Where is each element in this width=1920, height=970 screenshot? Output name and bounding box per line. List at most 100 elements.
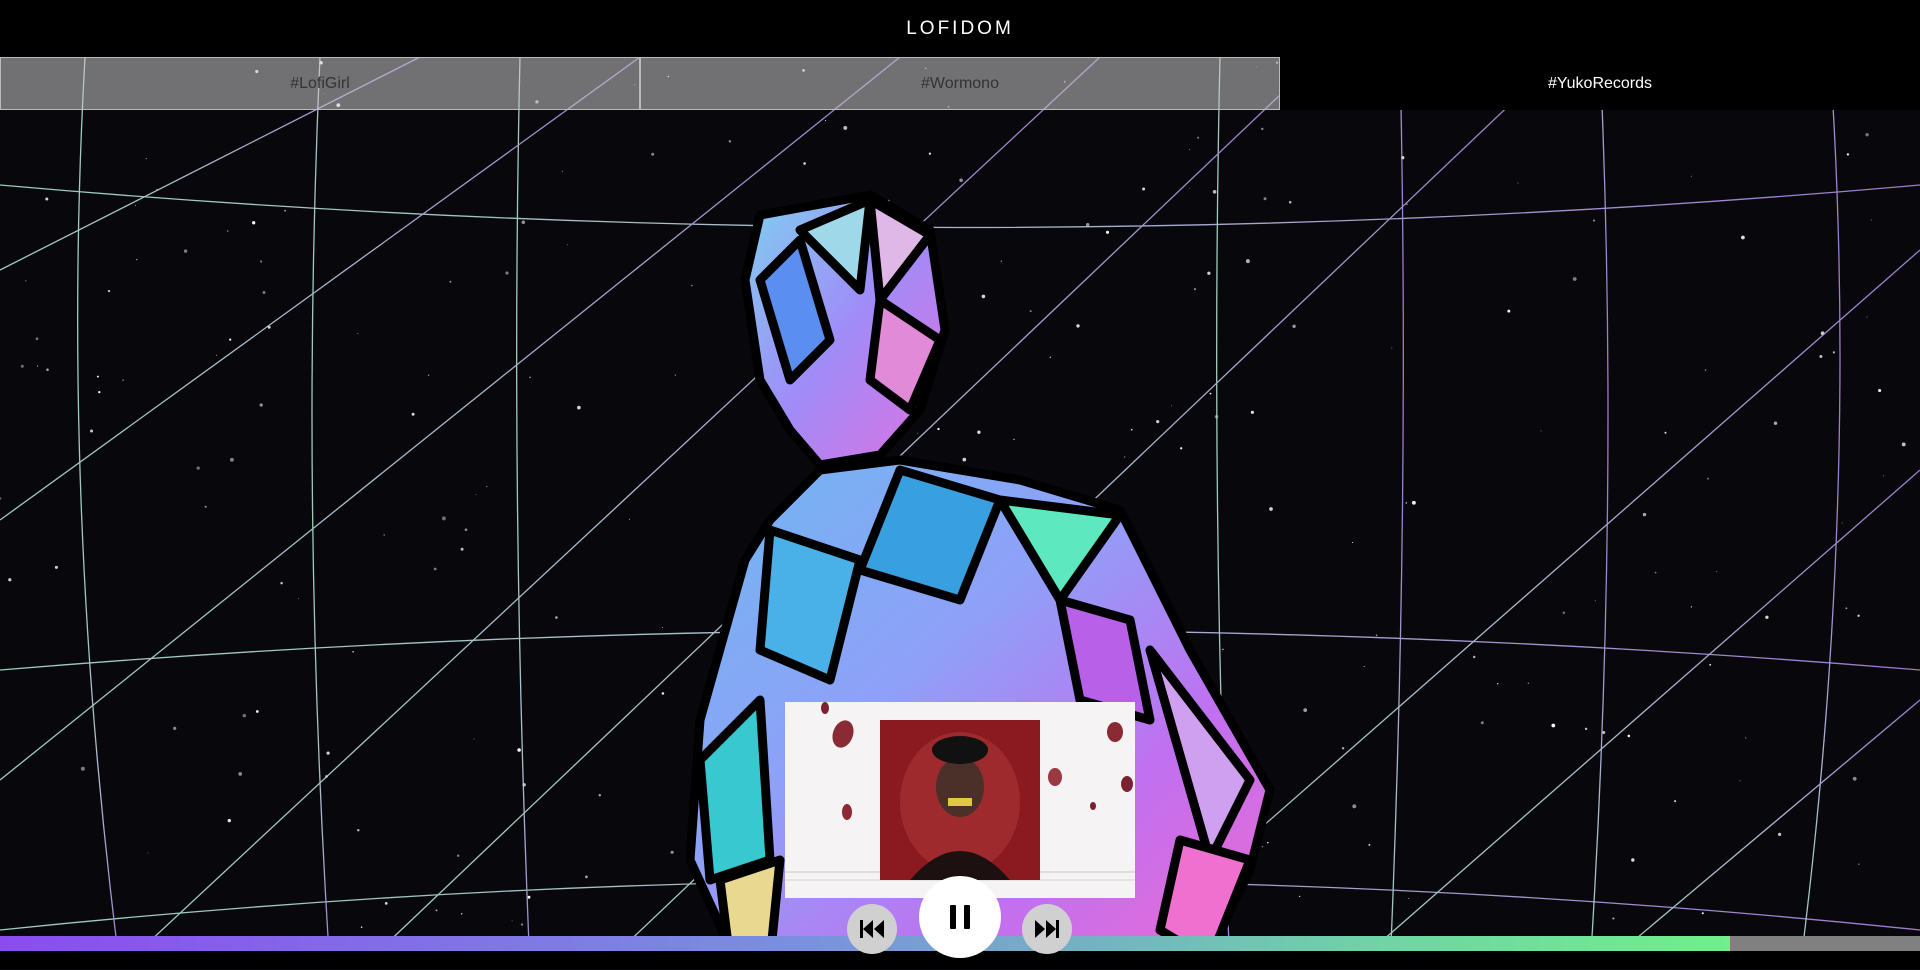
star — [297, 597, 299, 599]
next-track-button[interactable] — [1022, 904, 1072, 954]
star — [1527, 682, 1529, 684]
star — [1180, 447, 1183, 450]
star — [1901, 442, 1906, 447]
star — [1375, 634, 1378, 637]
tab-lofigirl[interactable]: #LofiGirl — [0, 57, 640, 110]
star — [284, 209, 286, 212]
star — [196, 466, 200, 470]
star — [1341, 747, 1345, 750]
star — [661, 692, 665, 695]
star — [441, 516, 446, 521]
star — [1709, 663, 1712, 666]
star — [1690, 606, 1693, 608]
star — [1156, 419, 1160, 424]
star — [1209, 392, 1212, 395]
star — [357, 333, 359, 335]
star — [238, 772, 243, 776]
star — [1841, 522, 1843, 524]
star — [1188, 187, 1190, 189]
star — [803, 162, 806, 165]
star — [1845, 607, 1848, 610]
star — [1269, 507, 1273, 511]
star — [136, 258, 138, 261]
star — [1170, 405, 1173, 407]
star — [1261, 127, 1264, 131]
app-title: LOFIDOM — [906, 17, 1014, 39]
star — [1627, 734, 1631, 738]
star — [1207, 271, 1211, 275]
star — [1406, 203, 1408, 205]
star — [1292, 324, 1296, 328]
star — [433, 567, 437, 571]
star — [80, 766, 85, 771]
star — [1778, 832, 1782, 837]
star — [326, 751, 330, 755]
star — [173, 726, 177, 730]
star — [1765, 615, 1769, 619]
skip-back-icon — [860, 920, 884, 938]
star — [280, 581, 283, 585]
previous-track-button[interactable] — [847, 904, 897, 954]
star — [226, 230, 229, 232]
star — [505, 271, 509, 275]
star — [1288, 200, 1292, 204]
star — [1819, 354, 1823, 359]
star — [25, 280, 27, 282]
star — [1517, 182, 1519, 184]
star — [1507, 309, 1511, 313]
star — [1405, 502, 1408, 504]
star — [674, 374, 676, 376]
star — [1870, 219, 1872, 221]
pause-icon — [950, 905, 970, 929]
star — [449, 280, 452, 283]
star — [1846, 153, 1850, 156]
star — [577, 405, 581, 410]
star — [46, 368, 49, 372]
star — [1716, 571, 1718, 573]
star — [35, 337, 39, 341]
star — [1852, 776, 1857, 781]
star — [1707, 477, 1709, 480]
star — [1865, 132, 1869, 137]
tab-wormono[interactable]: #Wormono — [640, 57, 1280, 110]
star — [1124, 456, 1126, 458]
tab-label: #LofiGirl — [290, 74, 350, 92]
star — [1212, 189, 1217, 194]
star — [1745, 737, 1747, 739]
star — [1739, 780, 1741, 782]
star — [96, 375, 99, 378]
star — [917, 432, 919, 434]
album-art — [785, 702, 1135, 898]
star — [1866, 316, 1868, 318]
star — [352, 651, 354, 653]
star — [20, 364, 24, 368]
star — [1496, 682, 1499, 685]
star — [1704, 369, 1707, 371]
star — [1352, 542, 1354, 544]
star — [1631, 858, 1635, 862]
star — [486, 486, 488, 488]
star — [1562, 611, 1566, 615]
star — [567, 244, 568, 246]
star — [1085, 223, 1090, 227]
star — [1142, 187, 1146, 191]
star — [1193, 287, 1197, 291]
star — [1642, 512, 1647, 517]
star — [1261, 845, 1264, 848]
star — [1480, 721, 1484, 725]
star — [1222, 648, 1224, 651]
star — [252, 221, 256, 225]
star — [1076, 324, 1080, 328]
star — [561, 170, 564, 172]
channel-tabs: #LofiGirl #Wormono #YukoRecords — [0, 57, 1920, 110]
star — [1000, 260, 1002, 262]
star — [628, 518, 631, 520]
star — [1391, 347, 1393, 349]
star — [1654, 571, 1657, 574]
star — [977, 430, 981, 434]
tab-yukorecords[interactable]: #YukoRecords — [1280, 57, 1920, 110]
star — [242, 713, 247, 718]
star — [8, 578, 12, 582]
star — [1572, 277, 1577, 281]
play-pause-button[interactable] — [919, 876, 1001, 958]
